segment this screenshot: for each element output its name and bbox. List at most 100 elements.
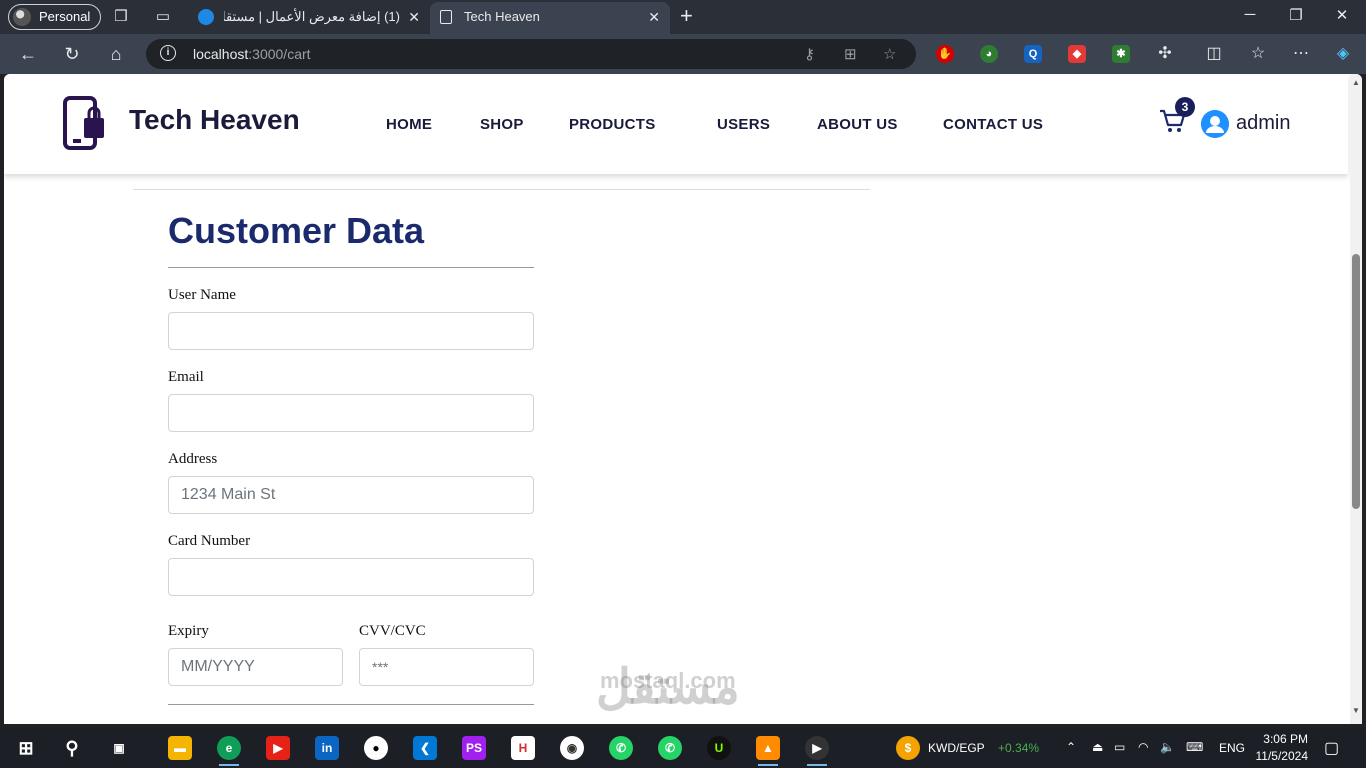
- minimize-icon[interactable]: ─: [1240, 6, 1260, 23]
- cvv-label: CVV/CVC: [359, 623, 426, 639]
- close-icon[interactable]: ✕: [408, 2, 420, 32]
- more-menu-icon[interactable]: ⋯: [1290, 43, 1312, 63]
- browser-tab-bar: Personal ❒ ▭ (1) إضافة معرض الأعمال | مس…: [0, 0, 1366, 34]
- app-available-icon[interactable]: ⊞: [844, 45, 857, 63]
- restore-icon[interactable]: ❐: [1286, 6, 1306, 24]
- site-info-icon[interactable]: i: [160, 45, 176, 61]
- edge-browser-icon[interactable]: e: [217, 736, 241, 766]
- brand-name[interactable]: Tech Heaven: [129, 104, 300, 136]
- expiry-input[interactable]: MM/YYYY: [168, 648, 343, 686]
- clock-date[interactable]: 11/5/2024: [1254, 749, 1309, 763]
- page-scrollbar[interactable]: ▲ ▼: [1350, 74, 1362, 724]
- ticker-value: +0.34%: [998, 741, 1040, 755]
- cart-count-badge: 3: [1175, 97, 1195, 117]
- split-screen-icon[interactable]: ◫: [1203, 43, 1225, 63]
- usb-icon[interactable]: ⏏: [1092, 740, 1103, 754]
- expiry-placeholder: MM/YYYY: [181, 658, 255, 675]
- notifications-icon[interactable]: ▢: [1324, 738, 1339, 758]
- vscode-icon[interactable]: ❮: [413, 736, 437, 760]
- favorite-star-icon[interactable]: ☆: [883, 45, 896, 63]
- scrollbar-thumb[interactable]: [1352, 254, 1360, 509]
- nav-contact-us[interactable]: CONTACT US: [943, 116, 1043, 133]
- favorites-icon[interactable]: ☆: [1247, 43, 1269, 63]
- refresh-icon[interactable]: ↻: [61, 43, 83, 65]
- windows-taskbar: ⊞ ⚲ ▣ ▬ e ▶ in ● ❮ PS H ◉ ✆ ✆ U ▲ ▶ $ KW…: [0, 728, 1366, 768]
- nav-users[interactable]: USERS: [717, 116, 770, 133]
- language-indicator[interactable]: ENG: [1219, 741, 1245, 755]
- form-bottom-divider: [168, 704, 534, 705]
- app-bug-icon[interactable]: ◉: [560, 736, 584, 760]
- task-view-icon[interactable]: ▣: [107, 736, 131, 760]
- title-divider: [168, 267, 534, 268]
- extension-globe-icon[interactable]: ◕: [980, 45, 998, 63]
- cvv-input[interactable]: ***: [359, 648, 534, 686]
- username-label: User Name: [168, 287, 236, 303]
- section-divider: [133, 189, 870, 190]
- nav-home[interactable]: HOME: [386, 116, 432, 133]
- new-tab-button[interactable]: +: [680, 4, 693, 28]
- card-number-input[interactable]: [168, 558, 534, 596]
- address-input[interactable]: 1234 Main St: [168, 476, 534, 514]
- media-player-icon[interactable]: ▶: [805, 736, 829, 766]
- chevron-up-icon[interactable]: ⌃: [1066, 740, 1076, 754]
- workspaces-icon[interactable]: ❒: [112, 8, 130, 26]
- currency-widget-icon[interactable]: $: [896, 736, 920, 760]
- close-icon[interactable]: ✕: [648, 2, 660, 32]
- whatsapp-business-icon[interactable]: ✆: [658, 736, 682, 760]
- window-close-icon[interactable]: ✕: [1332, 6, 1352, 24]
- github-icon[interactable]: ●: [364, 736, 388, 760]
- back-icon[interactable]: ←: [17, 43, 39, 65]
- search-icon[interactable]: ⚲: [60, 736, 84, 760]
- upwork-icon[interactable]: U: [707, 736, 731, 760]
- page-title: Customer Data: [168, 210, 425, 251]
- extensions-puzzle-icon[interactable]: ✣: [1154, 43, 1176, 63]
- app-h-icon[interactable]: H: [511, 736, 535, 760]
- nav-shop[interactable]: SHOP: [480, 116, 524, 133]
- scroll-down-icon[interactable]: ▼: [1352, 706, 1360, 715]
- watermark-latin: mostaql.com: [599, 668, 736, 693]
- page-favicon-icon: [440, 10, 452, 24]
- expiry-label: Expiry: [168, 623, 209, 639]
- whatsapp-icon[interactable]: ✆: [609, 736, 633, 760]
- windows-start-icon[interactable]: ⊞: [14, 736, 38, 760]
- user-avatar-icon[interactable]: [1201, 110, 1229, 138]
- url-host: localhost: [193, 46, 249, 62]
- wifi-icon[interactable]: ◠: [1138, 740, 1148, 754]
- battery-icon[interactable]: ▭: [1114, 740, 1125, 754]
- phpstorm-icon[interactable]: PS: [462, 736, 486, 760]
- tab-mostaql[interactable]: (1) إضافة معرض الأعمال | مستقل ✕: [190, 2, 430, 34]
- page-viewport: Tech Heaven HOME SHOP PRODUCTS USERS ABO…: [4, 74, 1362, 724]
- home-icon[interactable]: ⌂: [105, 43, 127, 65]
- clock-time[interactable]: 3:06 PM: [1260, 732, 1308, 746]
- extension-shield-icon[interactable]: ◆: [1068, 45, 1086, 63]
- tab-tech-heaven[interactable]: Tech Heaven ✕: [430, 2, 670, 34]
- profile-button[interactable]: Personal: [8, 4, 102, 30]
- phone-shop-logo-icon[interactable]: [62, 96, 108, 152]
- scroll-up-icon[interactable]: ▲: [1352, 78, 1360, 87]
- nav-about-us[interactable]: ABOUT US: [817, 116, 898, 133]
- file-explorer-icon[interactable]: ▬: [168, 736, 192, 760]
- extension-green-icon[interactable]: ✱: [1112, 45, 1130, 63]
- tab-title: Tech Heaven: [464, 9, 540, 24]
- volume-icon[interactable]: 🔈: [1160, 740, 1175, 754]
- user-name[interactable]: admin: [1236, 112, 1290, 135]
- email-label: Email: [168, 369, 204, 385]
- keyboard-icon[interactable]: ⌨: [1186, 740, 1203, 754]
- linkedin-icon[interactable]: in: [315, 736, 339, 760]
- extension-q-icon[interactable]: Q: [1024, 45, 1042, 63]
- tab-actions-icon[interactable]: ▭: [154, 8, 172, 26]
- card-number-label: Card Number: [168, 533, 251, 549]
- ticker-label[interactable]: KWD/EGP: [928, 741, 985, 755]
- email-input[interactable]: [168, 394, 534, 432]
- address-placeholder: 1234 Main St: [181, 486, 276, 503]
- site-header: Tech Heaven HOME SHOP PRODUCTS USERS ABO…: [4, 74, 1348, 174]
- key-icon[interactable]: ⚷: [804, 45, 815, 63]
- youtube-icon[interactable]: ▶: [266, 736, 290, 760]
- address-bar[interactable]: i localhost:3000/cart ⚷ ⊞ ☆: [146, 39, 916, 69]
- vlc-icon[interactable]: ▲: [756, 736, 780, 766]
- url-path: :3000/cart: [248, 46, 311, 62]
- adblock-extension-icon[interactable]: ✋: [936, 45, 954, 63]
- username-input[interactable]: [168, 312, 534, 350]
- copilot-icon[interactable]: ◈: [1332, 43, 1354, 63]
- nav-products[interactable]: PRODUCTS: [569, 116, 656, 133]
